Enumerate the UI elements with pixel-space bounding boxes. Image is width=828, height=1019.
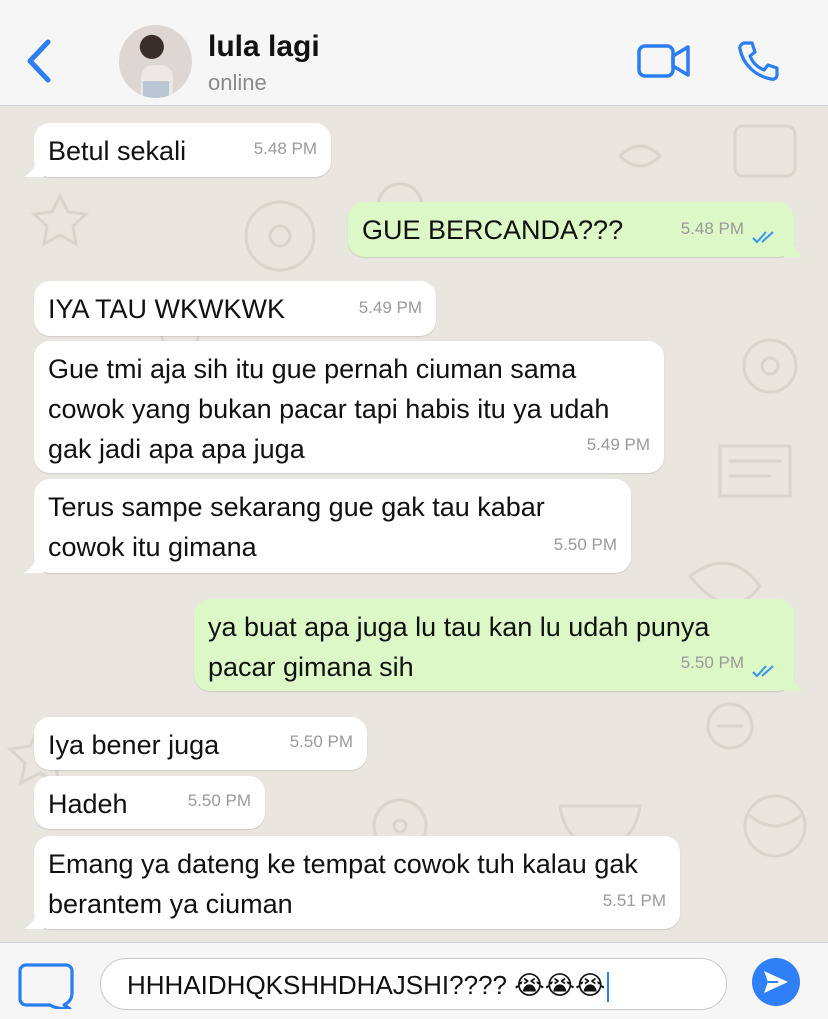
message-incoming[interactable]: Hadeh 5.50 PM — [34, 776, 265, 829]
message-timestamp: 5.50 PM — [187, 791, 251, 810]
contact-avatar[interactable] — [119, 25, 192, 98]
phone-call-icon[interactable] — [736, 40, 780, 82]
message-outgoing[interactable]: GUE BERCANDA??? 5.48 PM — [348, 202, 804, 257]
message-incoming[interactable]: IYA TAU WKWKWK 5.49 PM — [34, 281, 436, 336]
message-list[interactable]: Betul sekali 5.48 PM GUE BERCANDA??? 5.4… — [0, 106, 828, 942]
message-timestamp: 5.51 PM — [602, 891, 666, 910]
chat-header: lula lagi online — [0, 0, 828, 106]
text-caret — [607, 972, 610, 1003]
message-incoming[interactable]: Gue tmi aja sih itu gue pernah ciuman sa… — [34, 341, 664, 473]
message-timestamp: 5.50 PM — [289, 732, 353, 751]
message-timestamp: 5.50 PM — [680, 653, 744, 672]
message-text: Gue tmi aja sih itu gue pernah ciuman sa… — [48, 354, 617, 464]
read-receipt-icon — [752, 231, 774, 244]
message-incoming[interactable]: Betul sekali 5.48 PM — [24, 123, 331, 177]
video-call-icon[interactable] — [636, 42, 692, 80]
message-input[interactable]: HHHAIDHQKSHHDHAJSHI???? 😭😭😭 — [100, 958, 727, 1010]
contact-name[interactable]: lula lagi — [208, 30, 320, 64]
message-timestamp: 5.49 PM — [586, 435, 650, 454]
back-chevron-icon[interactable] — [22, 38, 56, 84]
read-receipt-icon — [752, 665, 774, 678]
message-incoming[interactable]: Terus sampe sekarang gue gak tau kabar c… — [24, 479, 631, 573]
message-incoming[interactable]: Emang ya dateng ke tempat cowok tuh kala… — [24, 836, 680, 929]
message-text: Terus sampe sekarang gue gak tau kabar c… — [48, 492, 553, 562]
message-timestamp: 5.48 PM — [680, 219, 744, 238]
send-button[interactable] — [746, 958, 810, 1006]
message-timestamp: 5.49 PM — [358, 298, 422, 317]
message-timestamp: 5.50 PM — [553, 535, 617, 554]
composer-bar: HHHAIDHQKSHHDHAJSHI???? 😭😭😭 — [0, 942, 828, 1019]
message-incoming[interactable]: Iya bener juga 5.50 PM — [34, 717, 367, 770]
message-outgoing[interactable]: ya buat apa juga lu tau kan lu udah puny… — [194, 599, 804, 691]
message-text: Emang ya dateng ke tempat cowok tuh kala… — [48, 849, 646, 919]
message-input-value: HHHAIDHQKSHHDHAJSHI???? 😭😭😭 — [127, 970, 606, 1000]
attachment-icon[interactable] — [18, 961, 76, 1009]
message-timestamp: 5.48 PM — [253, 139, 317, 158]
contact-status: online — [208, 70, 267, 95]
send-icon — [752, 958, 800, 1006]
